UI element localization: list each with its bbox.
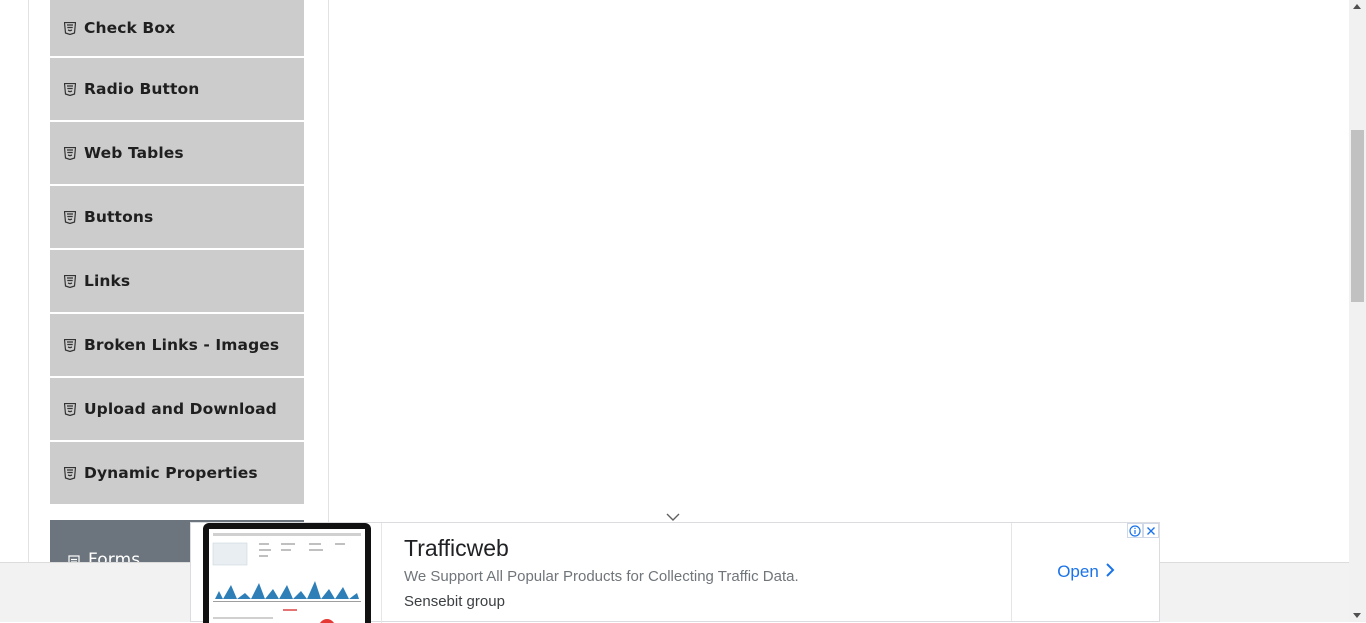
chevron-down-icon[interactable] xyxy=(664,508,682,521)
menu-item-label: Web Tables xyxy=(84,144,184,162)
menu-item-label: Dynamic Properties xyxy=(84,464,258,482)
menu-item-label: Links xyxy=(84,272,131,290)
scrollbar-thumb[interactable] xyxy=(1351,130,1364,302)
ad-title[interactable]: Trafficweb xyxy=(404,535,509,562)
ad-badges xyxy=(1127,523,1159,538)
menu-item-dynamic-properties[interactable]: Dynamic Properties xyxy=(50,442,304,506)
scroll-down-icon[interactable] xyxy=(1353,613,1361,618)
menu-item-links[interactable]: Links xyxy=(50,250,304,314)
html5-icon xyxy=(64,82,76,96)
html5-icon xyxy=(64,338,76,352)
info-icon[interactable] xyxy=(1127,523,1143,538)
menu-item-label: Buttons xyxy=(84,208,154,226)
close-icon[interactable] xyxy=(1143,523,1159,538)
menu-item-web-tables[interactable]: Web Tables xyxy=(50,122,304,186)
html5-icon xyxy=(64,402,76,416)
elements-menu-list: Check Box Radio Button Web Tables Button… xyxy=(50,0,304,506)
ad-description: We Support All Popular Products for Coll… xyxy=(404,568,799,585)
ad-image[interactable] xyxy=(203,523,371,623)
ad-divider xyxy=(381,523,382,623)
menu-item-check-box[interactable]: Check Box xyxy=(50,0,304,58)
ad-advertiser: Sensebit group xyxy=(404,593,505,610)
html5-icon xyxy=(64,146,76,160)
menu-item-label: Check Box xyxy=(84,19,176,37)
html5-icon xyxy=(64,210,76,224)
menu-item-radio-button[interactable]: Radio Button xyxy=(50,58,304,122)
html5-icon xyxy=(64,466,76,480)
menu-item-buttons[interactable]: Buttons xyxy=(50,186,304,250)
advertisement-banner[interactable]: Trafficweb We Support All Popular Produc… xyxy=(190,522,1160,623)
menu-item-label: Upload and Download xyxy=(84,400,277,418)
menu-item-broken-links-images[interactable]: Broken Links - Images xyxy=(50,314,304,378)
content-divider xyxy=(328,0,329,562)
vertical-scrollbar[interactable] xyxy=(1349,0,1366,622)
html5-icon xyxy=(64,21,76,35)
chevron-right-icon xyxy=(1105,562,1115,583)
ad-screenshot-thumbnail xyxy=(209,529,365,623)
menu-item-label: Radio Button xyxy=(84,80,200,98)
ad-open-label: Open xyxy=(1057,562,1099,581)
left-divider xyxy=(28,0,29,562)
ad-open-button[interactable]: Open xyxy=(1057,562,1115,583)
html5-icon xyxy=(64,274,76,288)
menu-item-upload-and-download[interactable]: Upload and Download xyxy=(50,378,304,442)
scroll-up-icon[interactable] xyxy=(1353,4,1361,9)
menu-item-label: Broken Links - Images xyxy=(84,336,280,354)
